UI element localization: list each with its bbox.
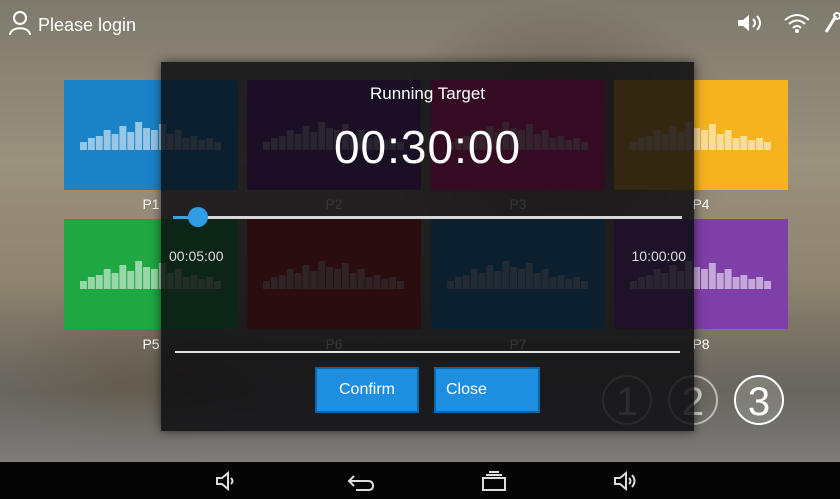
navigation-bar — [0, 462, 840, 499]
time-slider[interactable] — [173, 207, 682, 227]
modal-overlay: Running Target 00:30:00 00:05:00 10:00:0… — [0, 0, 840, 462]
slider-max-label: 10:00:00 — [631, 248, 687, 264]
close-button[interactable]: Close — [434, 367, 540, 413]
slider-thumb[interactable] — [188, 207, 209, 227]
back-icon[interactable] — [346, 470, 376, 492]
running-target-dialog: Running Target 00:30:00 00:05:00 10:00:0… — [161, 62, 694, 431]
recent-apps-icon[interactable] — [480, 470, 508, 492]
dialog-title: Running Target — [370, 84, 485, 103]
volume-up-icon[interactable] — [612, 470, 638, 492]
volume-down-icon[interactable] — [214, 470, 236, 492]
target-time-value: 00:30:00 — [333, 121, 522, 173]
slider-min-label: 00:05:00 — [169, 248, 224, 264]
confirm-button[interactable]: Confirm — [315, 367, 419, 413]
divider — [175, 351, 680, 353]
